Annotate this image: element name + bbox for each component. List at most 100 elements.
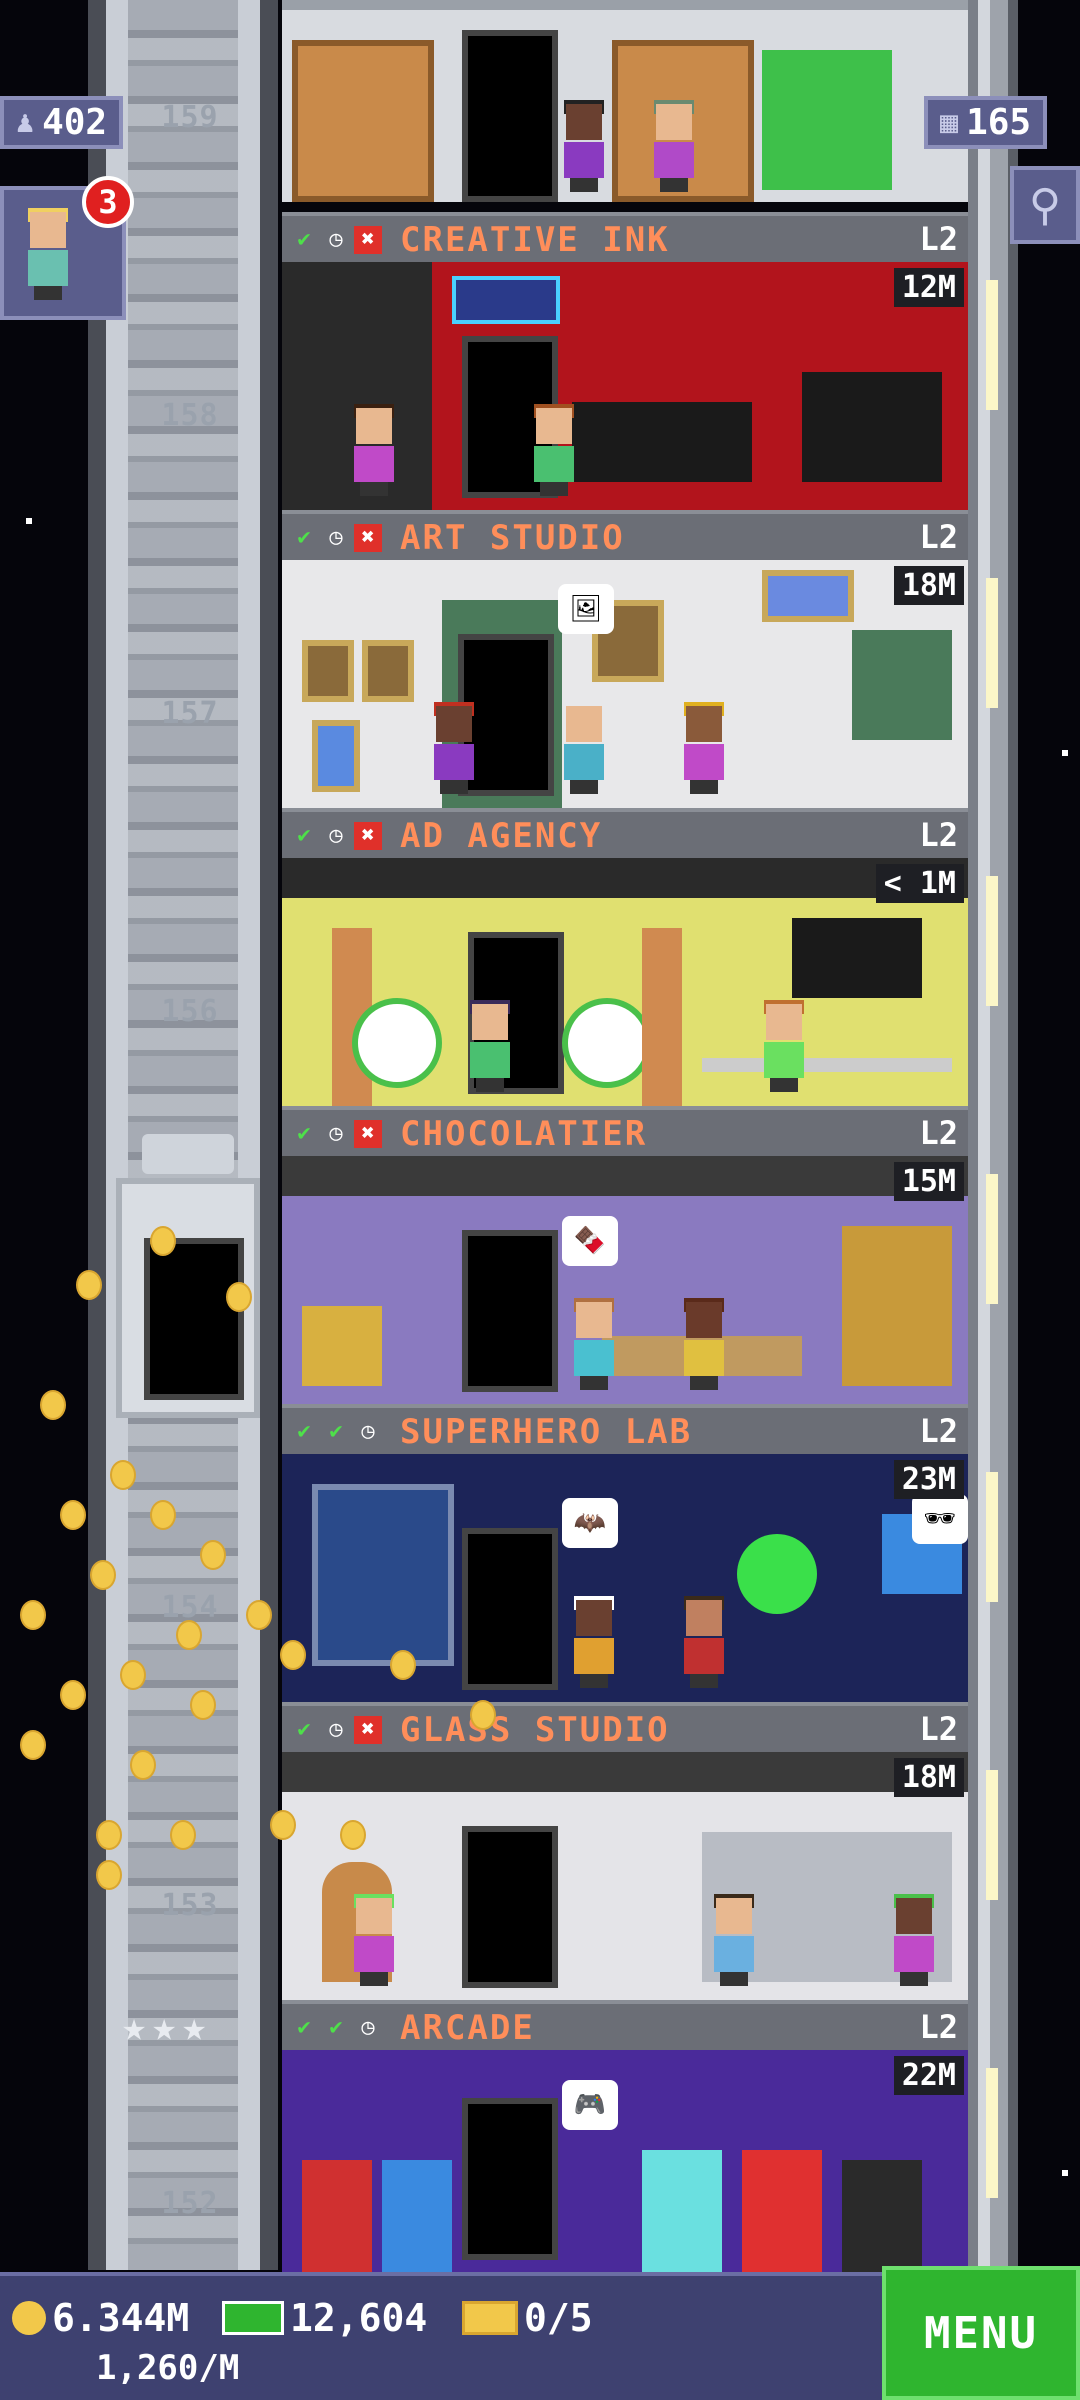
tenant — [352, 404, 396, 496]
coin — [150, 1500, 176, 1530]
floor-ad-agency[interactable]: ✔ ◷ ✖ AD AGENCY L2 < 1M — [282, 808, 968, 1106]
coin-balance[interactable]: 6.344M — [12, 2296, 189, 2340]
x-icon: ✖ — [354, 524, 382, 552]
star — [1062, 2170, 1068, 2176]
check-icon: ✔ — [329, 1419, 343, 1444]
star — [1062, 750, 1068, 756]
tenant — [352, 1894, 396, 1986]
bux-value: 12,604 — [290, 2296, 428, 2340]
coin-icon — [12, 2301, 46, 2335]
star — [26, 518, 32, 524]
floor-name: CREATIVE INK — [400, 220, 670, 260]
floor-art-studio[interactable]: ✔ ◷ ✖ ART STUDIO L2 🖼 18M — [282, 510, 968, 808]
rail-light — [986, 578, 998, 708]
coin — [120, 1660, 146, 1690]
elevator-top — [142, 1134, 234, 1174]
floor-level: L2 — [919, 220, 958, 258]
coin — [76, 1270, 102, 1300]
room-door — [462, 1826, 558, 1988]
floor-superhero-lab[interactable]: ✔ ✔ ◷ SUPERHERO LAB L2 🦇 🕶 23M — [282, 1404, 968, 1702]
floor-level: L2 — [919, 1710, 958, 1748]
floor-count-value: 165 — [966, 102, 1032, 143]
floor-number: 153 — [161, 1888, 219, 1923]
visitor-avatar — [26, 208, 70, 300]
clock-icon: ◷ — [329, 227, 343, 252]
coin — [190, 1690, 216, 1720]
coin — [200, 1540, 226, 1570]
check-icon: ✔ — [297, 227, 311, 252]
floor-number: 159 — [161, 100, 219, 135]
clock-icon: ◷ — [329, 1717, 343, 1742]
notification-badge: 3 — [82, 176, 134, 228]
speech-bubble[interactable]: 🕶 — [912, 1494, 968, 1544]
search-button[interactable]: ⚲ — [1010, 166, 1080, 244]
check-icon: ✔ — [329, 2015, 343, 2040]
floor-value: 18M — [893, 1758, 964, 1797]
coin — [246, 1600, 272, 1630]
arcade-machine — [302, 2160, 372, 2272]
check-icon: ✔ — [297, 525, 311, 550]
painting — [762, 570, 854, 622]
speech-bubble[interactable]: 🍫 — [562, 1216, 618, 1266]
coin — [110, 1460, 136, 1490]
coin — [60, 1680, 86, 1710]
population-value: 402 — [42, 102, 108, 143]
floor-status: ✔ ◷ ✖ — [290, 524, 382, 552]
floor-level: L2 — [919, 1412, 958, 1450]
check-icon: ✔ — [297, 2015, 311, 2040]
tenant — [572, 1596, 616, 1688]
green-screen — [762, 50, 892, 190]
magnifier-icon: ⚲ — [1028, 179, 1062, 231]
elevator-door — [144, 1238, 244, 1400]
floor-header: ✔ ◷ ✖ ART STUDIO L2 — [282, 510, 968, 560]
speech-bubble[interactable]: 🖼 — [558, 584, 614, 634]
tenant — [682, 1596, 726, 1688]
floor-counter[interactable]: ▦ 165 — [924, 96, 1048, 149]
check-icon: ✔ — [297, 823, 311, 848]
speech-bubble[interactable]: 🎮 — [562, 2080, 618, 2130]
building-icon: ▦ — [940, 105, 959, 140]
coin — [280, 1640, 306, 1670]
coin — [20, 1730, 46, 1760]
floor-header: ✔ ✔ ◷ ARCADE L2 — [282, 2000, 968, 2050]
population-counter[interactable]: ♟ 402 — [0, 96, 124, 149]
floor-creative-ink[interactable]: ✔ ◷ ✖ CREATIVE INK L2 12M — [282, 212, 968, 510]
floor-chocolatier[interactable]: ✔ ◷ ✖ CHOCOLATIER L2 🍫 15M — [282, 1106, 968, 1404]
egg-chair — [562, 998, 652, 1088]
floor-header: ✔ ◷ ✖ CHOCOLATIER L2 — [282, 1106, 968, 1156]
room-door — [462, 1528, 558, 1690]
coin — [176, 1620, 202, 1650]
coin-rate-value: 1,260/M — [96, 2348, 240, 2388]
floor-value: < 1M — [875, 864, 964, 903]
rail-light — [986, 1770, 998, 1900]
tenant — [562, 100, 606, 192]
coin — [170, 1820, 196, 1850]
speech-bubble[interactable]: 🦇 — [562, 1498, 618, 1548]
rail-light — [986, 280, 998, 410]
floor-value: 18M — [893, 566, 964, 605]
floor-status: ✔ ◷ ✖ — [290, 822, 382, 850]
tenant — [892, 1894, 936, 1986]
check-icon: ✔ — [297, 1419, 311, 1444]
floor-glass-studio[interactable]: ✔ ◷ ✖ GLASS STUDIO L2 18M — [282, 1702, 968, 2000]
ticket-count[interactable]: 0/5 — [462, 2296, 593, 2340]
floor-room[interactable] — [282, 0, 968, 202]
coin — [20, 1600, 46, 1630]
tenant — [572, 1298, 616, 1390]
floor-header: ✔ ◷ ✖ CREATIVE INK L2 — [282, 212, 968, 262]
floor-header: ✔ ◷ ✖ GLASS STUDIO L2 — [282, 1702, 968, 1752]
coin — [90, 1560, 116, 1590]
floor-number: 157 — [161, 696, 219, 731]
menu-button[interactable]: MENU — [882, 2266, 1080, 2400]
floor-name: AD AGENCY — [400, 816, 603, 856]
coin — [40, 1390, 66, 1420]
person-icon: ♟ — [16, 105, 35, 140]
floor-number: 158 — [161, 398, 219, 433]
x-icon: ✖ — [354, 226, 382, 254]
bux-balance[interactable]: 12,604 — [222, 2296, 427, 2340]
tenant — [762, 1000, 806, 1092]
check-icon: ✔ — [297, 1121, 311, 1146]
tenant — [468, 1000, 512, 1092]
floor-arcade[interactable]: ✔ ✔ ◷ ARCADE L2 🎮 22M — [282, 2000, 968, 2272]
rail-light — [986, 1472, 998, 1602]
